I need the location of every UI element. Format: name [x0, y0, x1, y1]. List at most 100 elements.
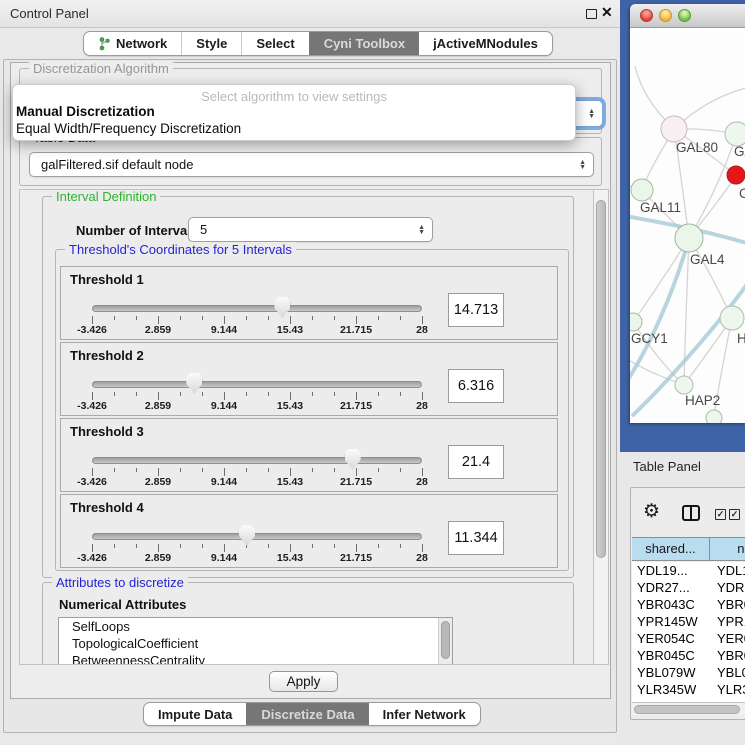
attributes-scrollbar[interactable] — [438, 618, 452, 665]
tick-mark — [312, 544, 313, 548]
cell-shared-name: YER054C — [632, 630, 710, 647]
node-label-h-cut: H — [737, 331, 745, 346]
slider-track[interactable] — [92, 457, 422, 464]
network-node-red-node[interactable] — [727, 166, 745, 184]
dropdown-option-manual-discretization[interactable]: Manual Discretization — [13, 103, 575, 120]
table-horizontal-scrollbar[interactable] — [632, 702, 745, 715]
attribute-item-selfloops[interactable]: SelfLoops — [59, 618, 452, 635]
network-node-h-cut[interactable] — [720, 306, 744, 330]
tick-mark — [202, 316, 203, 320]
attributes-scrollbar-thumb[interactable] — [441, 621, 450, 659]
tick-mark — [202, 392, 203, 396]
slider-thumb[interactable] — [239, 525, 255, 546]
checkbox-checked-icon[interactable]: ✓ — [715, 509, 726, 520]
network-node-bottom-partial[interactable] — [706, 410, 722, 423]
network-window-titlebar[interactable] — [630, 4, 745, 28]
settings-vertical-scrollbar[interactable] — [593, 190, 608, 664]
settings-scrollbar-thumb[interactable] — [596, 200, 606, 558]
tab-label: Discretize Data — [261, 707, 354, 722]
gear-icon[interactable]: ⚙ — [643, 502, 660, 521]
tab-network[interactable]: Network — [84, 32, 181, 55]
cell-shared-name: YBL079W — [632, 664, 710, 681]
tick-mark — [158, 544, 159, 552]
tab-label: Infer Network — [383, 707, 466, 722]
minimize-traffic-light-icon[interactable] — [659, 9, 672, 22]
tick-mark — [158, 316, 159, 324]
zoom-traffic-light-icon[interactable] — [678, 9, 691, 22]
network-node-gal4[interactable] — [675, 224, 703, 252]
tab-jactivemnodules[interactable]: jActiveMNodules — [419, 32, 552, 55]
table-row[interactable]: YER054CYER0 — [632, 630, 745, 647]
discretize-content-panel: Discretization Algorithm ▲▼ Table Data g… — [10, 62, 611, 699]
slider-track[interactable] — [92, 305, 422, 312]
slider-thumb[interactable] — [274, 297, 290, 318]
number-of-intervals-combobox[interactable]: 5 ▲▼ — [188, 217, 433, 242]
network-canvas[interactable]: GAL80GACGAL11GAL4GCY1HHAP2 — [630, 28, 745, 423]
top-tab-bar: NetworkStyleSelectCyni ToolboxjActiveMNo… — [83, 31, 553, 56]
close-traffic-light-icon[interactable] — [640, 9, 653, 22]
tab-cyni-toolbox[interactable]: Cyni Toolbox — [309, 32, 419, 55]
tick-label: 28 — [416, 476, 428, 488]
network-node-gal-cut[interactable] — [725, 122, 745, 146]
column-header-name[interactable]: name — [710, 538, 745, 560]
network-desktop: GAL80GACGAL11GAL4GCY1HHAP2 — [620, 0, 745, 452]
attribute-item-betweennesscentrality[interactable]: BetweennessCentrality — [59, 652, 452, 665]
network-node-gal80[interactable] — [661, 116, 687, 142]
tab-impute-data[interactable]: Impute Data — [144, 703, 246, 725]
tick-label: 2.859 — [145, 324, 171, 336]
cell-name: YDL1 — [710, 562, 745, 579]
tab-select[interactable]: Select — [241, 32, 308, 55]
tab-discretize-data[interactable]: Discretize Data — [246, 703, 368, 725]
tick-mark — [224, 392, 225, 400]
network-icon — [98, 37, 110, 51]
slider-thumb[interactable] — [345, 449, 361, 470]
table-row[interactable]: YBL079WYBL0 — [632, 664, 745, 681]
tick-mark — [136, 468, 137, 472]
tick-mark — [356, 468, 357, 476]
table-row[interactable]: YBR043CYBR0 — [632, 596, 745, 613]
table-row[interactable]: YDR27...YDR2 — [632, 579, 745, 596]
attribute-item-topologicalcoefficient[interactable]: TopologicalCoefficient — [59, 635, 452, 652]
number-of-intervals-label: Number of Intervals — [76, 223, 198, 238]
node-label-red-node: C — [739, 186, 745, 201]
table-row[interactable]: YPR145WYPR1 — [632, 613, 745, 630]
tick-mark — [400, 316, 401, 320]
tick-mark — [290, 468, 291, 476]
apply-button[interactable]: Apply — [269, 671, 338, 692]
tick-label: 21.715 — [340, 552, 372, 564]
algorithm-group-title: Discretization Algorithm — [29, 61, 173, 76]
network-node-hap2[interactable] — [675, 376, 693, 394]
table-row[interactable]: YDL19...YDL1 — [632, 562, 745, 579]
threshold-value-field[interactable]: 11.344 — [448, 521, 504, 555]
table-hscrollbar-thumb[interactable] — [634, 705, 740, 714]
tick-mark — [356, 316, 357, 324]
tab-style[interactable]: Style — [181, 32, 241, 55]
checkbox-checked-icon[interactable]: ✓ — [729, 509, 740, 520]
tick-mark — [378, 392, 379, 396]
column-header-shared[interactable]: shared... — [632, 538, 710, 560]
table-data-value: galFiltered.sif default node — [41, 157, 193, 172]
table-row[interactable]: YBR045CYBR0 — [632, 647, 745, 664]
float-window-icon[interactable] — [586, 9, 597, 19]
threshold-value-field[interactable]: 6.316 — [448, 369, 504, 403]
network-node-gal11[interactable] — [631, 179, 653, 201]
algorithm-dropdown-popup: Select algorithm to view settings Manual… — [12, 84, 576, 141]
tick-mark — [114, 392, 115, 396]
slider-track[interactable] — [92, 381, 422, 388]
table-data-combobox[interactable]: galFiltered.sif default node ▲▼ — [29, 152, 594, 177]
network-node-gcy1[interactable] — [630, 313, 642, 331]
threshold-panel: Threshold 1 -3.4262.8599.14415.4321.7152… — [60, 266, 558, 340]
panel-title: Control Panel — [10, 0, 89, 27]
table-panel-title: Table Panel — [633, 459, 701, 474]
numerical-attributes-list[interactable]: SelfLoopsTopologicalCoefficientBetweenne… — [58, 617, 453, 665]
slider-thumb[interactable] — [186, 373, 202, 394]
columns-icon[interactable] — [682, 505, 700, 521]
threshold-value-field[interactable]: 14.713 — [448, 293, 504, 327]
dropdown-option-equal-width-frequency[interactable]: Equal Width/Frequency Discretization — [13, 120, 575, 137]
tab-infer-network[interactable]: Infer Network — [369, 703, 480, 725]
settings-scroll-area: Interval Definition Number of Intervals … — [19, 189, 609, 665]
close-icon[interactable]: ✕ — [601, 4, 613, 21]
table-row[interactable]: YLR345WYLR3 — [632, 681, 745, 698]
threshold-value-field[interactable]: 21.4 — [448, 445, 504, 479]
slider-track[interactable] — [92, 533, 422, 540]
